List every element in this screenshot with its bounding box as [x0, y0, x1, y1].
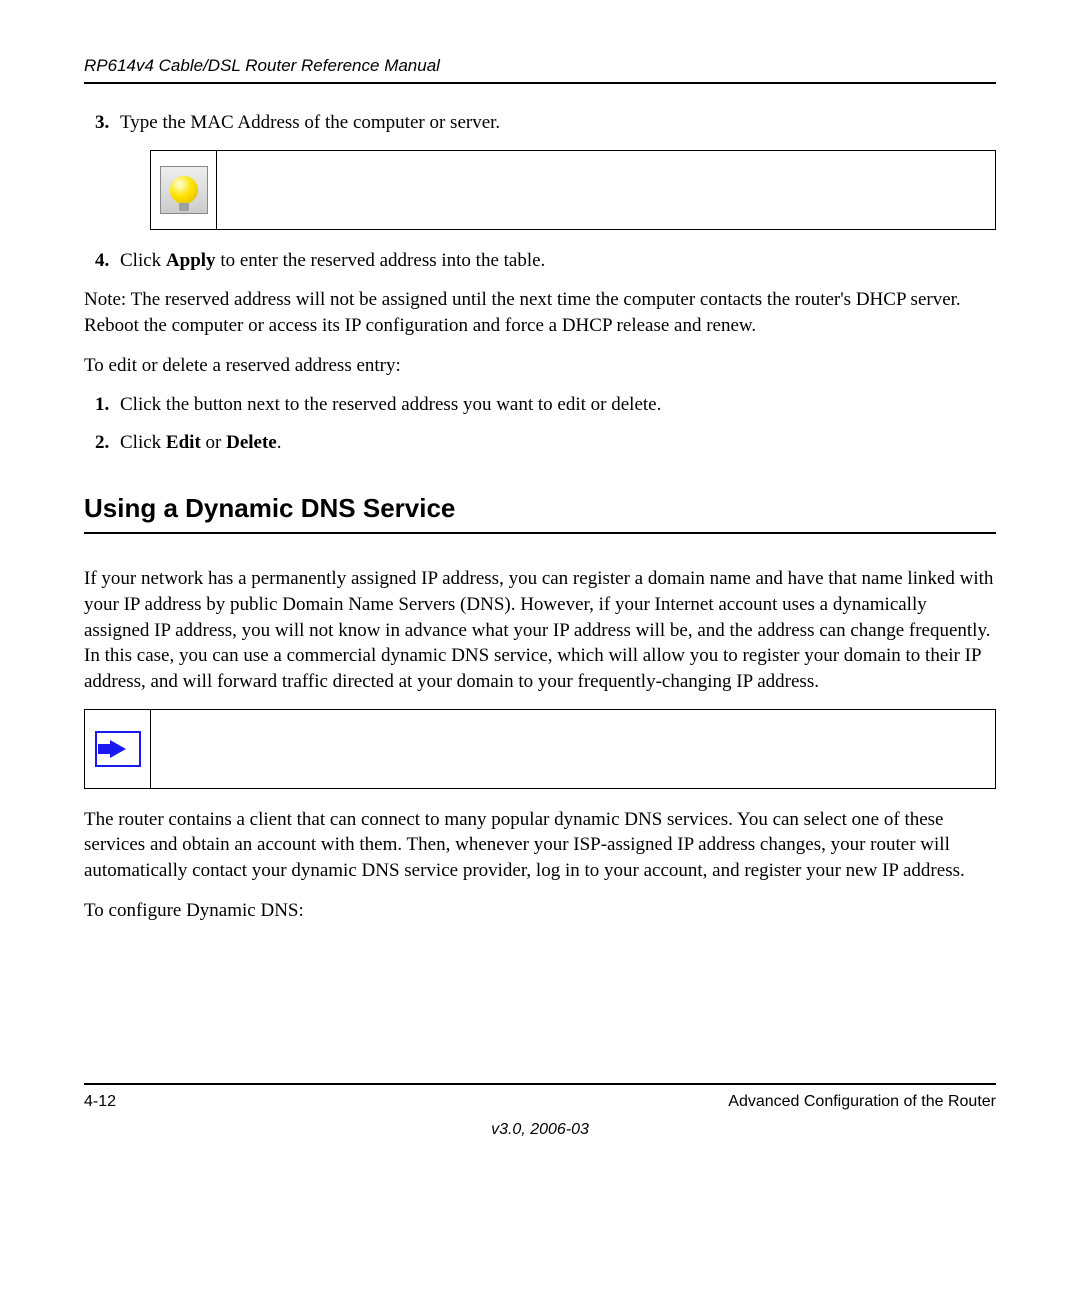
callout-icon-cell — [85, 710, 151, 788]
note-paragraph: Note: The reserved address will not be a… — [84, 287, 996, 338]
tip-callout — [150, 150, 996, 230]
list-item-text: Click Apply to enter the reserved addres… — [120, 250, 545, 271]
footer-section-name: Advanced Configuration of the Router — [728, 1093, 996, 1111]
ddns-paragraph-1: If your network has a permanently assign… — [84, 566, 996, 694]
callout-icon-cell — [151, 151, 217, 229]
arrow-right-icon — [95, 731, 141, 767]
section-heading: Using a Dynamic DNS Service — [84, 493, 996, 534]
page-footer: 4-12 Advanced Configuration of the Route… — [84, 1083, 996, 1111]
lightbulb-icon — [160, 166, 208, 214]
version-line: v3.0, 2006-03 — [84, 1121, 996, 1139]
ordered-list-steps-b: Click the button next to the reserved ad… — [84, 392, 996, 455]
list-item: Click Apply to enter the reserved addres… — [114, 248, 996, 274]
list-item: Click the button next to the reserved ad… — [114, 392, 996, 418]
list-item: Click Edit or Delete. — [114, 430, 996, 456]
list-item-text: Click Edit or Delete. — [120, 432, 282, 453]
callout-body — [151, 710, 995, 788]
ddns-paragraph-2: The router contains a client that can co… — [84, 807, 996, 884]
edit-intro: To edit or delete a reserved address ent… — [84, 353, 996, 379]
callout-body — [217, 151, 995, 229]
list-item: Type the MAC Address of the computer or … — [114, 110, 996, 230]
page-number: 4-12 — [84, 1093, 116, 1111]
list-item-text: Type the MAC Address of the computer or … — [120, 112, 500, 133]
ddns-config-intro: To configure Dynamic DNS: — [84, 898, 996, 924]
document-page: RP614v4 Cable/DSL Router Reference Manua… — [0, 0, 1080, 1179]
list-item-text: Click the button next to the reserved ad… — [120, 394, 661, 415]
running-header: RP614v4 Cable/DSL Router Reference Manua… — [84, 56, 996, 84]
ordered-list-steps-a: Type the MAC Address of the computer or … — [84, 110, 996, 273]
note-callout — [84, 709, 996, 789]
